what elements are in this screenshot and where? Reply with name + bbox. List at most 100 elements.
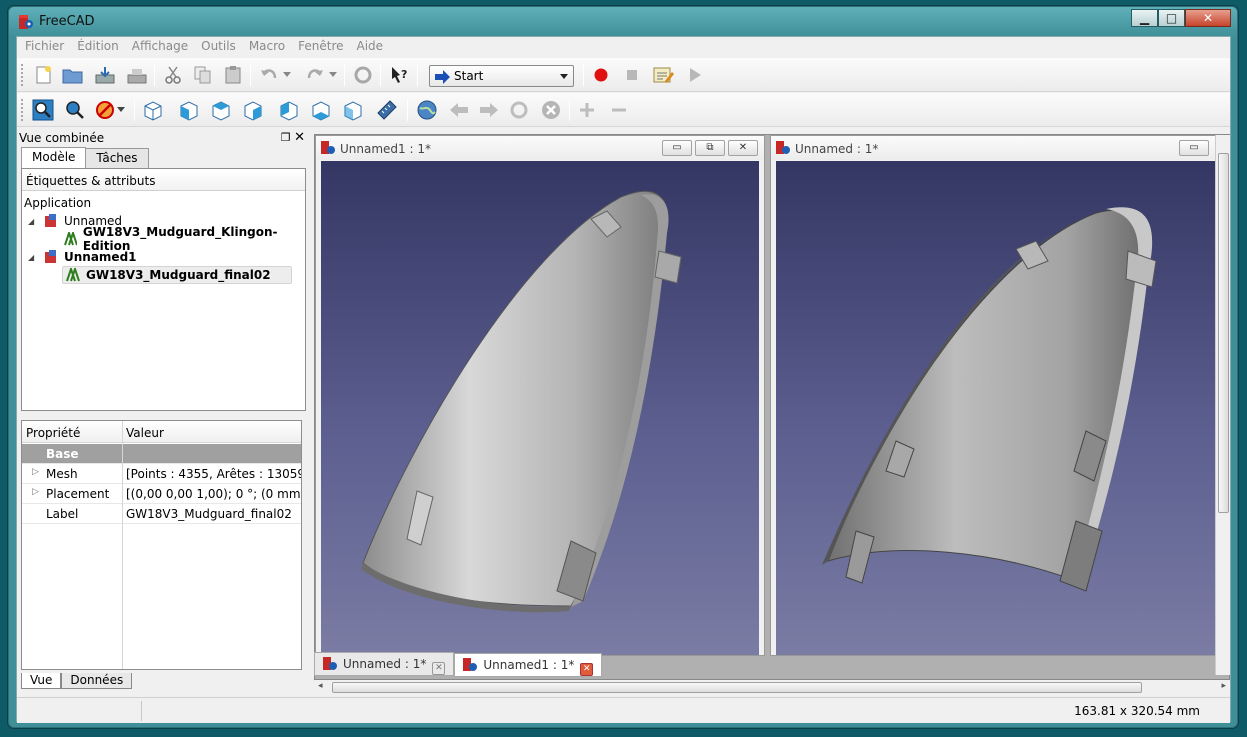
scroll-right-icon[interactable]: ▸ — [1221, 681, 1226, 691]
restore-view-button[interactable]: ⧉ — [695, 140, 725, 156]
menu-macro[interactable]: Macro — [249, 37, 292, 57]
workbench-label: Start — [454, 69, 484, 83]
fit-selection-icon[interactable] — [63, 98, 87, 122]
paste-icon[interactable] — [221, 63, 245, 87]
front-view-icon[interactable] — [177, 98, 201, 122]
collapse-icon[interactable]: ◢ — [28, 253, 40, 262]
svg-text:?: ? — [401, 68, 407, 81]
close-view-button[interactable]: ✕ — [728, 140, 758, 156]
toolbar-handle[interactable] — [21, 99, 25, 121]
property-group-base[interactable]: Base — [22, 444, 301, 464]
collapse-icon[interactable]: ◢ — [28, 217, 40, 226]
redo-icon[interactable] — [303, 63, 327, 87]
open-folder-icon[interactable] — [61, 63, 85, 87]
expand-icon[interactable]: ▷ — [32, 467, 39, 477]
stop-loading-icon[interactable] — [539, 98, 563, 122]
col-property: Propriété — [26, 426, 81, 440]
view-window-unnamed1[interactable]: Unnamed1 : 1* ▭ ⧉ ✕ — [315, 135, 765, 656]
scroll-thumb[interactable] — [332, 682, 1142, 693]
record-macro-icon[interactable] — [589, 63, 613, 87]
view-title: Unnamed : 1* — [795, 142, 879, 156]
tree-item-unnamed1[interactable]: ◢ Unnamed1 — [28, 248, 137, 266]
close-tab-icon[interactable]: ✕ — [432, 662, 446, 675]
menu-fichier[interactable]: Fichier — [25, 37, 71, 57]
menu-aide[interactable]: Aide — [357, 37, 391, 57]
back-arrow-icon[interactable] — [447, 98, 471, 122]
mudguard-model-left — [361, 191, 682, 613]
property-row-placement[interactable]: ▷ Placement [(0,00 0,00 1,00); 0 °; (0 m… — [22, 484, 301, 504]
window-title: FreeCAD — [39, 14, 95, 29]
doc-tab-unnamed1[interactable]: Unnamed1 : 1* ✕ — [454, 653, 603, 677]
close-panel-icon[interactable]: ✕ — [294, 130, 305, 145]
bottom-view-icon[interactable] — [309, 98, 333, 122]
doc-tab-unnamed[interactable]: Unnamed : 1* ✕ — [314, 652, 455, 676]
menu-outils[interactable]: Outils — [201, 37, 243, 57]
scroll-left-icon[interactable]: ◂ — [318, 681, 323, 691]
reload-icon[interactable] — [507, 98, 531, 122]
file-toolbar: ? Start — [17, 58, 1230, 92]
document-tabs: Unnamed : 1* ✕ Unnamed1 : 1* ✕ — [314, 652, 603, 678]
mesh-icon — [66, 268, 80, 282]
tree-item-mesh-klingon[interactable]: GW18V3_Mudguard_Klingon-Edition — [64, 225, 305, 253]
scroll-thumb[interactable] — [1218, 153, 1229, 513]
tab-donnees[interactable]: Données — [61, 673, 133, 689]
minimize-view-button[interactable]: ▭ — [662, 140, 692, 156]
left-view-icon[interactable] — [341, 98, 365, 122]
property-row-label[interactable]: Label GW18V3_Mudguard_final02 — [22, 504, 301, 524]
draw-style-icon[interactable] — [93, 98, 117, 122]
fit-all-icon[interactable] — [31, 98, 55, 122]
close-tab-icon[interactable]: ✕ — [580, 663, 594, 676]
web-browser-icon[interactable] — [415, 98, 439, 122]
save-as-icon[interactable] — [125, 63, 149, 87]
redo-dropdown-icon[interactable] — [327, 63, 339, 87]
maximize-button[interactable]: □ — [1158, 9, 1185, 27]
whats-this-icon[interactable]: ? — [387, 63, 411, 87]
right-view-icon[interactable] — [241, 98, 265, 122]
tab-modele[interactable]: Modèle — [21, 147, 87, 168]
view-window-unnamed[interactable]: Unnamed : 1* ▭ — [770, 135, 1216, 656]
undo-dropdown-icon[interactable] — [281, 63, 293, 87]
workbench-selector[interactable]: Start — [429, 65, 574, 87]
tab-vue[interactable]: Vue — [21, 673, 62, 689]
rear-view-icon[interactable] — [277, 98, 301, 122]
run-macro-icon[interactable] — [683, 63, 707, 87]
horizontal-scrollbar[interactable]: ◂ ▸ — [314, 680, 1230, 695]
status-bar: 163.81 x 320.54 mm — [17, 697, 1230, 723]
measure-distance-icon[interactable] — [375, 98, 399, 122]
tab-taches[interactable]: Tâches — [85, 148, 149, 168]
tree-item-mesh-final02[interactable]: GW18V3_Mudguard_final02 — [62, 266, 292, 284]
3d-viewport-right[interactable] — [776, 161, 1215, 655]
float-panel-icon[interactable]: ❐ — [281, 131, 291, 144]
freecad-logo-icon — [463, 658, 478, 671]
title-bar[interactable]: FreeCAD ▁ □ ✕ — [9, 7, 1237, 35]
forward-arrow-icon[interactable] — [477, 98, 501, 122]
minimize-button[interactable]: ▁ — [1131, 9, 1158, 27]
expand-icon[interactable]: ▷ — [32, 487, 39, 497]
undo-icon[interactable] — [257, 63, 281, 87]
minimize-view-button[interactable]: ▭ — [1179, 140, 1209, 156]
col-value: Valeur — [126, 426, 164, 440]
close-button[interactable]: ✕ — [1185, 9, 1231, 27]
property-row-mesh[interactable]: ▷ Mesh [Points : 4355, Arêtes : 13059, F… — [22, 464, 301, 484]
stop-macro-icon[interactable] — [620, 63, 644, 87]
draw-style-dropdown-icon[interactable] — [115, 98, 127, 122]
zoom-in-icon[interactable] — [575, 98, 599, 122]
isometric-view-icon[interactable] — [141, 98, 165, 122]
mudguard-model-right — [822, 207, 1157, 592]
top-view-icon[interactable] — [209, 98, 233, 122]
property-editor: Propriété Valeur Base ▷ Mesh [Points : 4… — [21, 420, 302, 670]
refresh-icon[interactable] — [351, 63, 375, 87]
toolbar-handle[interactable] — [21, 64, 25, 86]
3d-viewport-left[interactable] — [321, 161, 759, 655]
menu-edition[interactable]: Édition — [77, 37, 126, 57]
copy-icon[interactable] — [191, 63, 215, 87]
macro-editor-icon[interactable] — [651, 63, 675, 87]
zoom-out-icon[interactable] — [607, 98, 631, 122]
tree-root[interactable]: Application — [24, 194, 91, 212]
cut-icon[interactable] — [161, 63, 185, 87]
menu-affichage[interactable]: Affichage — [132, 37, 195, 57]
save-icon[interactable] — [93, 63, 117, 87]
menu-fenetre[interactable]: Fenêtre — [298, 37, 350, 57]
new-file-icon[interactable] — [31, 63, 55, 87]
vertical-scrollbar[interactable] — [1215, 135, 1230, 675]
